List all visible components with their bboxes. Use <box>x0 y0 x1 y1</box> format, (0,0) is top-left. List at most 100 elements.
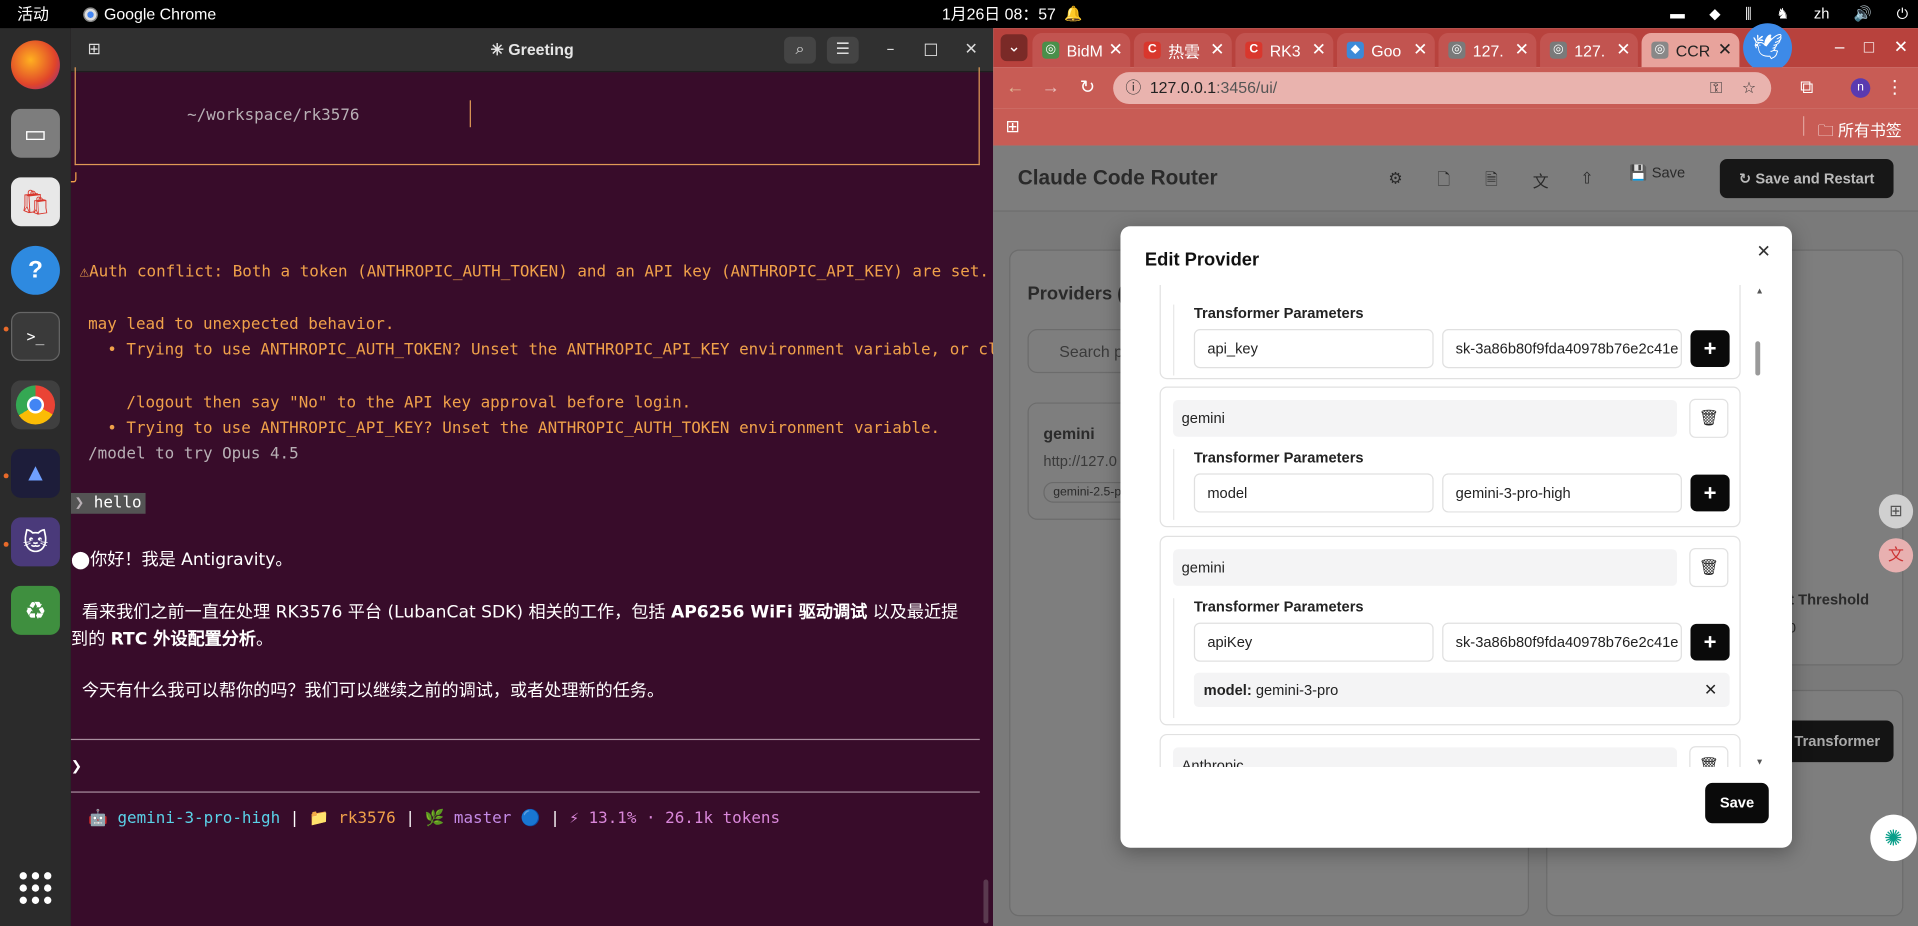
header-save-button[interactable]: 💾 Save <box>1629 164 1685 181</box>
save-and-restart-button[interactable]: ↻ Save and Restart <box>1719 159 1894 199</box>
maximize-icon[interactable]: □ <box>1858 35 1880 57</box>
delete-icon[interactable]: 🗑 <box>1689 398 1729 438</box>
tab-close-icon[interactable]: ✕ <box>1210 39 1224 59</box>
extensions-icon[interactable]: ⧉ <box>1796 77 1818 99</box>
tab-close-icon[interactable]: ✕ <box>1616 39 1630 59</box>
terminal-icon[interactable]: >_ <box>11 311 60 361</box>
tab-favicon-icon: ◆ <box>1346 41 1364 59</box>
system-tray[interactable]: ▬ ◆ ⫼ ♞ zh 🔊 ⏻ <box>1670 0 1908 28</box>
antigravity-icon[interactable]: ▲ <box>11 448 60 498</box>
provider-name: gemini <box>1043 424 1095 443</box>
dialog-scrollbar[interactable]: ▲ ▼ <box>1754 287 1764 767</box>
tab-label: Goo <box>1371 40 1402 60</box>
translate-icon[interactable]: 文 <box>1533 169 1549 192</box>
delete-icon[interactable]: 🗑 <box>1689 548 1729 588</box>
tab-close-icon[interactable]: ✕ <box>1312 39 1326 59</box>
volume-icon[interactable]: 🔊 <box>1854 0 1872 28</box>
close-icon[interactable]: ✕ <box>955 37 987 64</box>
status-branch: 🌿 master 🔵 <box>424 809 541 829</box>
document-icon[interactable]: 🗎 <box>1485 169 1498 196</box>
tab-close-icon[interactable]: ✕ <box>1413 39 1427 59</box>
chatgpt-icon[interactable]: ✺ <box>1870 814 1917 862</box>
tab-close-icon[interactable]: ✕ <box>1515 39 1529 59</box>
remove-param-icon[interactable]: ✕ <box>1704 673 1717 707</box>
url-path: :3456/ui/ <box>1216 78 1278 97</box>
browser-tab[interactable]: ◎ 127. ✕ <box>1438 33 1537 68</box>
back-icon[interactable]: ← <box>1004 77 1026 99</box>
delete-icon[interactable]: 🗑 <box>1689 746 1729 767</box>
files-icon[interactable]: ▭ <box>11 108 60 158</box>
chrome-menu-icon[interactable]: ⋮ <box>1884 77 1906 99</box>
browser-tab[interactable]: ◎ 127. ✕ <box>1540 33 1638 68</box>
page-title: Claude Code Router <box>1017 166 1218 190</box>
param-value-input[interactable]: sk-3a86b80f9fda40978b76e2c41e <box>1442 329 1682 369</box>
tray-display-icon[interactable]: ▬ <box>1670 0 1685 28</box>
translate-lang-icon[interactable]: 文 <box>1878 538 1914 573</box>
minimize-icon[interactable]: – <box>1829 35 1851 57</box>
cat-app-icon[interactable]: 🐱 <box>11 517 60 567</box>
address-bar[interactable]: ⓘ 127.0.0.1:3456/ui/ ⚿ ☆ <box>1113 72 1772 104</box>
close-icon[interactable]: ✕ <box>1757 241 1771 262</box>
reload-icon[interactable]: ↻ <box>1076 77 1098 99</box>
param-value-input[interactable]: gemini-3-pro-high <box>1442 473 1682 513</box>
site-info-icon[interactable]: ⓘ <box>1125 72 1141 104</box>
minimize-icon[interactable]: – <box>875 37 907 64</box>
app-center-icon[interactable]: 🛍 <box>11 177 60 227</box>
close-icon[interactable]: ✕ <box>1890 35 1912 57</box>
forward-icon[interactable]: → <box>1040 77 1062 99</box>
transformer-name[interactable]: gemini <box>1173 400 1678 437</box>
password-key-icon[interactable]: ⚿ <box>1710 72 1722 104</box>
dialog-save-button[interactable]: Save <box>1705 782 1769 824</box>
param-key-input[interactable]: api_key <box>1193 329 1434 369</box>
file-icon[interactable]: 🗋 <box>1437 169 1450 196</box>
browser-tab[interactable]: ◎ CCR ✕ <box>1641 33 1740 68</box>
transformer-name[interactable]: gemini <box>1173 549 1678 586</box>
upload-icon[interactable]: ⇧ <box>1580 169 1593 189</box>
tab-close-icon[interactable]: ✕ <box>1718 39 1732 59</box>
param-key-input[interactable]: apiKey <box>1193 622 1434 662</box>
param-value-input[interactable]: sk-3a86b80f9fda40978b76e2c41e <box>1442 622 1682 662</box>
maximize-icon[interactable]: □ <box>915 37 947 64</box>
add-param-button[interactable]: + <box>1690 623 1730 661</box>
translate-float-icon[interactable]: ⊞ <box>1878 494 1914 529</box>
input-prompt[interactable]: ❯ <box>71 755 82 777</box>
tray-app-icon[interactable]: ◆ <box>1709 0 1720 28</box>
chrome-dock-icon[interactable] <box>11 380 60 430</box>
bird-app-icon[interactable]: 🕊 <box>1743 23 1793 73</box>
add-param-button[interactable]: + <box>1690 474 1730 512</box>
tab-label: CCR <box>1675 40 1711 60</box>
browser-tab[interactable]: C RK3 ✕ <box>1235 33 1334 68</box>
browser-tab[interactable]: ◎ BidM ✕ <box>1032 33 1131 68</box>
tab-close-icon[interactable]: ✕ <box>1109 39 1123 59</box>
terminal-titlebar: ⊞ ✳ Greeting ⌕ ☰ – □ ✕ <box>70 28 994 73</box>
clock[interactable]: 1月26日 08：57 <box>942 0 1056 28</box>
bookmark-star-icon[interactable]: ☆ <box>1742 72 1756 104</box>
input-method-indicator[interactable]: zh <box>1814 0 1830 28</box>
help-icon[interactable]: ? <box>11 245 60 295</box>
menu-icon[interactable]: ☰ <box>826 36 859 64</box>
settings-icon[interactable]: ⚙ <box>1388 169 1402 189</box>
terminal-content[interactable]: ~/workspace/rk3576 ╯ ⚠Auth conflict: Bot… <box>70 67 1037 926</box>
browser-tab[interactable]: C 热雲 ✕ <box>1133 33 1232 68</box>
activities-button[interactable]: 活动 <box>17 0 49 28</box>
show-apps-icon[interactable] <box>19 872 52 904</box>
add-param-button[interactable]: + <box>1690 330 1730 367</box>
power-icon[interactable]: ⏻ <box>1897 0 1909 28</box>
apps-grid-icon[interactable]: ⊞ <box>1005 116 1019 137</box>
trash-icon[interactable]: ♻ <box>11 585 60 635</box>
browser-tab[interactable]: ◆ Goo ✕ <box>1336 33 1435 68</box>
active-app-menu[interactable]: Google Chrome <box>83 0 216 28</box>
param-key-input[interactable]: model <box>1193 473 1434 513</box>
dialog-scroll-area[interactable]: 🗑 Transformer Parameters api_key sk-3a86… <box>1145 285 1763 767</box>
add-transformer-button[interactable]: Transformer <box>1781 720 1894 763</box>
tray-network-icon[interactable]: ⫼ <box>1745 0 1752 28</box>
tray-cat-icon[interactable]: ♞ <box>1776 0 1789 28</box>
profile-avatar[interactable]: n <box>1850 78 1871 98</box>
search-icon[interactable]: ⌕ <box>784 36 816 64</box>
transformer-name[interactable]: Anthropic <box>1173 747 1678 767</box>
tab-search-icon[interactable]: ⌄ <box>1000 34 1028 62</box>
cwd-text: ~/workspace/rk3576 <box>187 106 360 125</box>
notification-bell-icon[interactable]: 🔔 <box>1064 0 1082 28</box>
all-bookmarks[interactable]: 🗀 所有书签 <box>1818 117 1902 146</box>
firefox-icon[interactable] <box>11 40 60 90</box>
